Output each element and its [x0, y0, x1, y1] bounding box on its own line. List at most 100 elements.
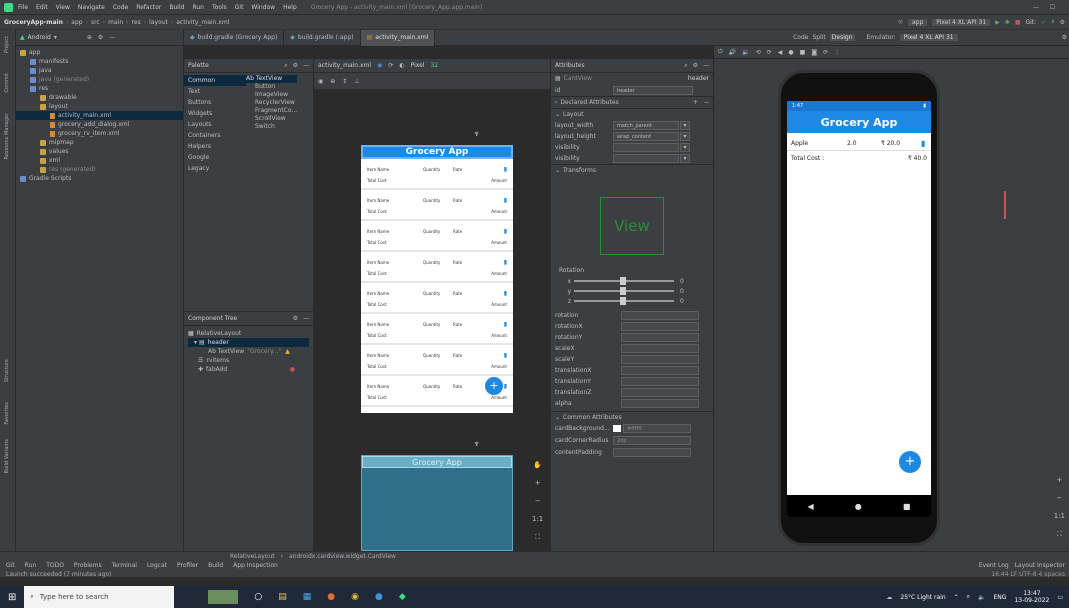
clock-time[interactable]: 13:47 — [1014, 590, 1049, 597]
blueprint-screen[interactable]: Grocery App — [361, 455, 513, 551]
design-view-button[interactable]: Design — [829, 34, 855, 41]
preview-item-card[interactable]: Item Name Quantity Rate ▮ Total Cost Amount — [361, 345, 513, 376]
layout-section[interactable]: Layout — [563, 111, 583, 118]
status-path-root[interactable]: RelativeLayout — [230, 553, 275, 560]
chevron-down-icon[interactable]: ▾ — [194, 339, 197, 346]
magnet-icon[interactable]: ⊕ — [330, 78, 335, 85]
resource-manager-tab[interactable]: Resource Manager — [4, 113, 10, 159]
add-fab-button[interactable]: + — [899, 451, 921, 473]
project-tool-tab[interactable]: Project — [4, 36, 10, 53]
menu-item[interactable]: Git — [235, 4, 244, 11]
preview-item-card[interactable]: Item Name Quantity Rate ▮ Total Cost Amount — [361, 221, 513, 252]
palette-category[interactable]: Helpers — [184, 141, 246, 152]
menu-item[interactable]: Help — [283, 4, 297, 11]
tree-item-relativelayout[interactable]: RelativeLayout — [197, 330, 242, 337]
tray-chevron-icon[interactable]: ⌃ — [954, 594, 959, 601]
settings-icon[interactable]: ⚙ — [1060, 19, 1065, 26]
code-view-button[interactable]: Code — [793, 34, 808, 41]
weather-text[interactable]: 25°C Light rain — [900, 594, 945, 601]
zoom-ratio-icon[interactable]: 1:1 — [532, 515, 543, 523]
tool-window-button[interactable]: App Inspection — [233, 562, 278, 569]
volume-down-icon[interactable]: 🔉 — [742, 49, 749, 56]
favorites-tool-tab[interactable]: Favorites — [4, 402, 10, 425]
palette-category[interactable]: Layouts — [184, 119, 246, 130]
android-studio-taskbar-icon[interactable]: ◆ — [399, 592, 406, 602]
menu-item[interactable]: Tools — [212, 4, 227, 11]
project-tree-item[interactable]: grocery_rv_item.xml — [16, 129, 183, 138]
delete-icon[interactable]: ▮ — [504, 166, 507, 173]
slider-thumb[interactable] — [620, 287, 626, 295]
delete-icon[interactable]: ▮ — [504, 197, 507, 204]
zoom-fit-icon[interactable]: ⛶ — [1057, 530, 1062, 539]
project-tree-item[interactable]: xml — [16, 156, 183, 165]
attribute-value-input[interactable] — [613, 447, 691, 457]
project-tree-item[interactable]: values — [16, 147, 183, 156]
palette-category[interactable]: Common — [184, 75, 246, 86]
delete-icon[interactable]: ▮ — [921, 139, 925, 148]
event-log-button[interactable]: Event Log — [979, 562, 1009, 569]
design-mode-icon[interactable]: ◉ — [377, 62, 382, 69]
transform-field-input[interactable] — [621, 366, 699, 375]
breadcrumb-item[interactable]: main — [108, 19, 123, 26]
attribute-value-input[interactable] — [613, 143, 679, 152]
debug-icon[interactable]: ✱ — [1005, 19, 1010, 26]
menu-item[interactable]: Navigate — [78, 4, 105, 11]
attribute-value-input[interactable] — [613, 154, 679, 163]
delete-icon[interactable]: ▮ — [504, 352, 507, 359]
breadcrumb-item[interactable]: GroceryApp-main — [4, 19, 63, 26]
zoom-fit-icon[interactable]: ⛶ — [535, 533, 540, 542]
device-select[interactable]: Pixel 4 XL API 31 — [932, 18, 991, 26]
hide-panel-icon[interactable]: — — [109, 34, 115, 41]
layout-file-select[interactable]: activity_main.xml — [318, 62, 371, 69]
tree-item-fabadd[interactable]: fabAdd — [206, 366, 227, 373]
chevron-down-icon[interactable]: ⌄ — [555, 111, 560, 118]
project-tree-item[interactable]: layout — [16, 102, 183, 111]
tool-window-button[interactable]: Logcat — [147, 562, 167, 569]
zoom-in-icon[interactable]: + — [535, 479, 541, 487]
project-tree-item[interactable]: java — [16, 66, 183, 75]
hide-panel-icon[interactable]: — — [303, 62, 309, 69]
delete-icon[interactable]: ▮ — [504, 290, 507, 297]
palette-category[interactable]: Widgets — [184, 108, 246, 119]
tool-window-button[interactable]: Profiler — [177, 562, 198, 569]
language-indicator[interactable]: ENG — [994, 594, 1007, 601]
notifications-icon[interactable]: ▭ — [1057, 594, 1063, 601]
stop-icon[interactable]: ■ — [1015, 19, 1021, 26]
tool-window-button[interactable]: Build — [208, 562, 223, 569]
menu-item[interactable]: View — [56, 4, 70, 11]
breadcrumb-item[interactable]: res — [132, 19, 141, 26]
breadcrumb-item[interactable]: layout — [149, 19, 168, 26]
more-icon[interactable]: ⋮ — [834, 49, 840, 56]
chevron-down-icon[interactable]: ▾ — [680, 132, 690, 141]
browser-icon[interactable]: ● — [327, 592, 335, 602]
tree-item-header[interactable]: header — [208, 339, 229, 346]
menu-item[interactable]: Window — [251, 4, 275, 11]
rotate-right-icon[interactable]: ⟳ — [767, 49, 772, 56]
hammer-icon[interactable]: ⚒ — [898, 19, 903, 26]
palette-category[interactable]: Google — [184, 152, 246, 163]
blueprint-header-card[interactable]: Grocery App — [362, 456, 512, 468]
tree-item-rvitems[interactable]: rvitems — [206, 357, 229, 364]
hide-panel-icon[interactable]: — — [703, 62, 709, 69]
vscode-icon[interactable]: ● — [375, 592, 383, 602]
tool-window-button[interactable]: Problems — [74, 562, 102, 569]
status-path-leaf[interactable]: androidx.cardview.widget.CardView — [289, 553, 396, 560]
preview-item-card[interactable]: Item Name Quantity Rate ▮ Total Cost Amount — [361, 283, 513, 314]
palette-widget[interactable]: FragmentCo... — [246, 107, 297, 115]
id-input[interactable]: header — [613, 85, 693, 95]
zoom-in-icon[interactable]: + — [1056, 476, 1062, 484]
attribute-value-input[interactable]: 2dp — [613, 435, 691, 445]
maximize-icon[interactable]: ☐ — [1050, 4, 1055, 11]
transforms-section[interactable]: Transforms — [563, 167, 596, 174]
guidelines-icon[interactable]: ⊥ — [354, 78, 359, 85]
task-view-icon[interactable]: ○ — [254, 592, 262, 602]
nav-back-icon[interactable]: ◀ — [808, 502, 814, 511]
preview-item-card[interactable]: Item Name Quantity Rate ▮ Total Cost Amount — [361, 190, 513, 221]
minimize-icon[interactable]: — — [1033, 4, 1039, 11]
rotate-left-icon[interactable]: ⟲ — [756, 49, 761, 56]
palette-widget[interactable]: Ab TextView — [246, 75, 298, 83]
transform-field-input[interactable] — [621, 344, 699, 353]
power-icon[interactable]: ⏻ — [718, 48, 723, 56]
project-tree-item[interactable]: app — [16, 48, 183, 57]
preview-item-card[interactable]: Item Name Quantity Rate ▮ Total Cost Amount — [361, 252, 513, 283]
